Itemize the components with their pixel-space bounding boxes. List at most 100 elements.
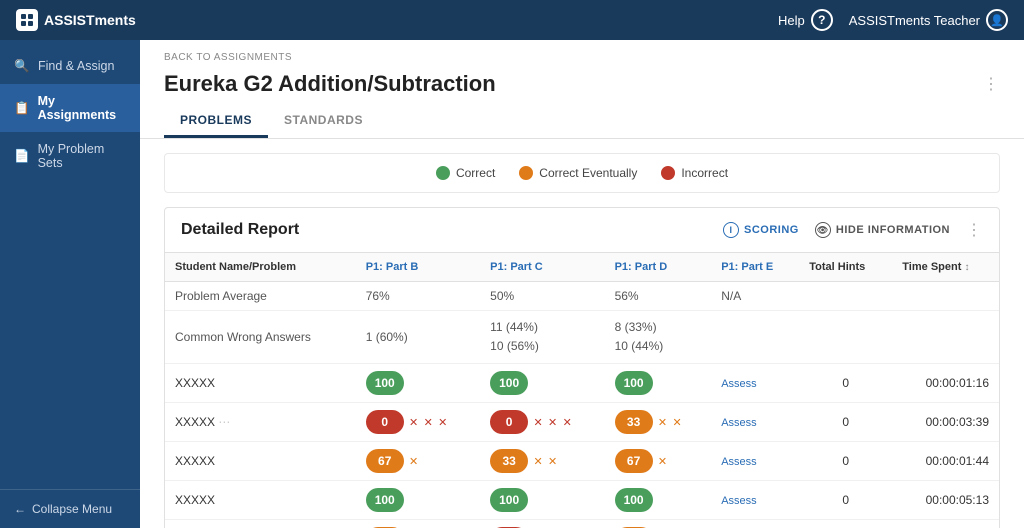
wrong-mark: ✕: [533, 456, 542, 468]
legend: Correct Correct Eventually Incorrect: [164, 153, 1000, 193]
score-badge: 100: [615, 371, 653, 395]
back-to-assignments-link[interactable]: BACK TO ASSIGNMENTS: [140, 40, 1024, 67]
student-partC-cell: 0: [480, 520, 604, 528]
student-time-cell: 00:00:01:44: [892, 442, 999, 481]
wrong-mark: ✕: [533, 417, 542, 429]
eye-icon: 👁: [815, 222, 831, 238]
score-badge: 100: [615, 488, 653, 512]
wrong-mark: ✕: [658, 417, 667, 429]
student-partD-cell: 100: [605, 481, 712, 520]
assess-link[interactable]: Assess: [721, 378, 756, 390]
user-menu[interactable]: ASSISTments Teacher 👤: [849, 9, 1008, 31]
table-row: XXXXX 67 0 33 Assess 0 00:00:02:44: [165, 520, 999, 528]
sidebar-nav: 🔍 Find & Assign 📋 My Assignments 📄 My Pr…: [0, 40, 140, 180]
report-menu-button[interactable]: ⋮: [966, 220, 983, 240]
logo-icon: [16, 9, 38, 31]
score-badge: 33: [490, 449, 528, 473]
tab-problems[interactable]: PROBLEMS: [164, 105, 268, 138]
help-label: Help: [778, 13, 805, 28]
avg-hints-cell: [799, 282, 892, 311]
wrong-time-cell: [892, 311, 999, 364]
table-row: Problem Average 76% 50% 56% N/A: [165, 282, 999, 311]
sidebar-item-my-problem-sets[interactable]: 📄 My Problem Sets: [0, 132, 140, 180]
avg-partC-cell: 50%: [480, 282, 604, 311]
correct-eventually-label: Correct Eventually: [539, 166, 637, 180]
wrong-mark: ✕: [672, 417, 681, 429]
score-badge: 100: [366, 371, 404, 395]
avg-partB-cell: 76%: [356, 282, 480, 311]
col-header-time: Time Spent ↕: [892, 253, 999, 282]
scoring-button[interactable]: i SCORING: [723, 222, 799, 238]
student-time-cell: 00:00:05:13: [892, 481, 999, 520]
content-inner: BACK TO ASSIGNMENTS Eureka G2 Addition/S…: [140, 40, 1024, 528]
top-nav-right: Help ? ASSISTments Teacher 👤: [778, 9, 1008, 31]
problem-sets-icon: 📄: [14, 148, 30, 164]
sidebar-my-problem-sets-label: My Problem Sets: [38, 142, 126, 170]
wrong-mark: ✕: [409, 417, 418, 429]
page-menu-button[interactable]: ⋮: [983, 74, 1000, 94]
student-partB-cell: 100: [356, 481, 480, 520]
student-partE-cell: Assess: [711, 442, 799, 481]
page-title: Eureka G2 Addition/Subtraction: [164, 71, 496, 97]
student-partB-cell: 67: [356, 520, 480, 528]
col-header-name: Student Name/Problem: [165, 253, 356, 282]
collapse-menu-button[interactable]: ← Collapse Menu: [0, 489, 140, 528]
report-actions: i SCORING 👁 HIDE INFORMATION ⋮: [723, 220, 983, 240]
hide-info-label: HIDE INFORMATION: [836, 224, 950, 236]
sidebar-item-find-assign[interactable]: 🔍 Find & Assign: [0, 48, 140, 84]
correct-label: Correct: [456, 166, 495, 180]
assess-link[interactable]: Assess: [721, 456, 756, 468]
wrong-mark: ✕: [438, 417, 447, 429]
score-badge: 100: [366, 488, 404, 512]
main-layout: 🔍 Find & Assign 📋 My Assignments 📄 My Pr…: [0, 40, 1024, 528]
wrong-partC-cell: 11 (44%)10 (56%): [480, 311, 604, 364]
tab-standards[interactable]: STANDARDS: [268, 105, 379, 138]
col-header-partC[interactable]: P1: Part C: [480, 253, 604, 282]
table-row: XXXXX 67 ✕ 33 ✕ ✕ 67 ✕ Assess 0 00:00:01…: [165, 442, 999, 481]
sort-icon[interactable]: ↕: [964, 262, 969, 273]
table-row: XXXXX 100 100 100 Assess 0 00:00:05:13: [165, 481, 999, 520]
wrong-mark: ✕: [409, 456, 418, 468]
correct-dot: [436, 166, 450, 180]
table-row: XXXXX 100 100 100 Assess 0 00:00:01:16: [165, 364, 999, 403]
hide-info-button[interactable]: 👁 HIDE INFORMATION: [815, 222, 950, 238]
table-row: XXXXX ⋯ 0 ✕ ✕ ✕ 0 ✕ ✕ ✕ 33 ✕ ✕ Assess 0 …: [165, 403, 999, 442]
user-avatar-icon: 👤: [986, 9, 1008, 31]
report-table: Student Name/Problem P1: Part B P1: Part…: [165, 253, 999, 528]
student-partE-cell: Assess: [711, 364, 799, 403]
tabs: PROBLEMS STANDARDS: [140, 105, 1024, 139]
report-title: Detailed Report: [181, 221, 299, 239]
student-partD-cell: 67 ✕: [605, 442, 712, 481]
student-hints-cell: 0: [799, 403, 892, 442]
student-partD-cell: 33 ✕ ✕: [605, 403, 712, 442]
student-partB-cell: 67 ✕: [356, 442, 480, 481]
col-header-partE[interactable]: P1: Part E: [711, 253, 799, 282]
col-header-partD[interactable]: P1: Part D: [605, 253, 712, 282]
detailed-report: Detailed Report i SCORING 👁 HIDE INFORMA…: [164, 207, 1000, 528]
student-name-cell: XXXXX: [165, 364, 356, 403]
student-hints-cell: 0: [799, 520, 892, 528]
legend-incorrect: Incorrect: [661, 166, 728, 180]
student-partE-cell: Assess: [711, 481, 799, 520]
student-partB-cell: 100: [356, 364, 480, 403]
sidebar-item-my-assignments[interactable]: 📋 My Assignments: [0, 84, 140, 132]
row-dots[interactable]: ⋯: [218, 415, 231, 429]
scoring-label: SCORING: [744, 224, 799, 236]
student-partC-cell: 0 ✕ ✕ ✕: [480, 403, 604, 442]
search-icon: 🔍: [14, 58, 30, 74]
sidebar-my-assignments-label: My Assignments: [38, 94, 126, 122]
score-badge: 0: [490, 410, 528, 434]
assess-link[interactable]: Assess: [721, 495, 756, 507]
score-badge: 100: [490, 488, 528, 512]
avg-partE-cell: N/A: [711, 282, 799, 311]
student-name-cell: XXXXX: [165, 442, 356, 481]
assess-link[interactable]: Assess: [721, 417, 756, 429]
table-row: Common Wrong Answers 1 (60%) 11 (44%)10 …: [165, 311, 999, 364]
help-button[interactable]: Help ?: [778, 9, 833, 31]
sidebar-find-assign-label: Find & Assign: [38, 59, 114, 73]
page-header: Eureka G2 Addition/Subtraction ⋮: [140, 67, 1024, 97]
incorrect-dot: [661, 166, 675, 180]
col-header-partB[interactable]: P1: Part B: [356, 253, 480, 282]
help-icon: ?: [811, 9, 833, 31]
student-name-cell: XXXXX: [165, 520, 356, 528]
